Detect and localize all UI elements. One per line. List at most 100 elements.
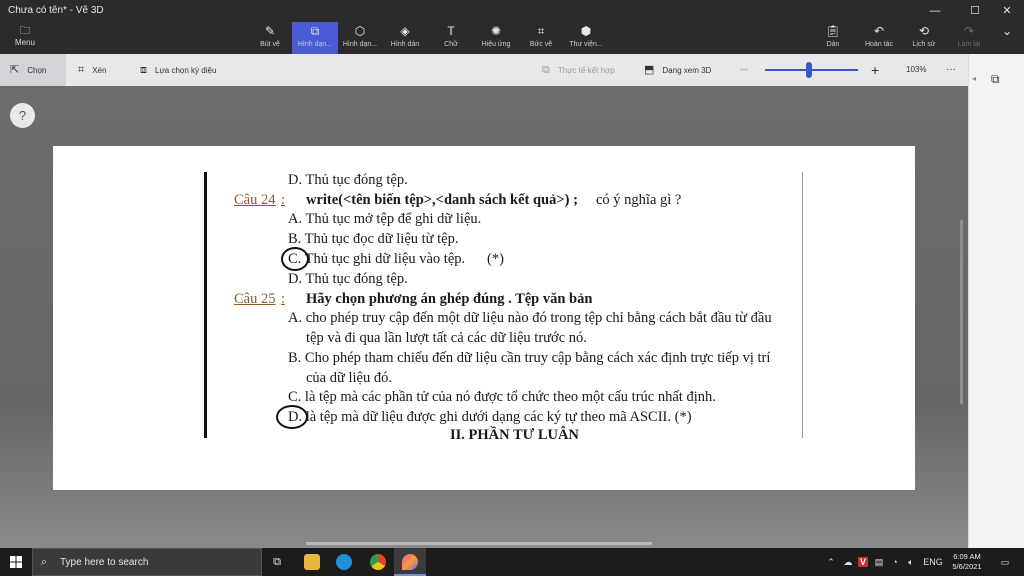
network-icon[interactable]: ▤ xyxy=(872,548,886,576)
zoom-slider-thumb[interactable] xyxy=(806,62,812,78)
magic-select-button[interactable]: ⧈ Lựa chọn kỳ diệu xyxy=(140,54,216,86)
history-button[interactable]: ⟲ Lịch sử xyxy=(908,22,940,54)
history-icon: ⟲ xyxy=(918,24,930,38)
question-24-option-d: D. Thủ tục đóng tệp. xyxy=(288,271,408,287)
start-button[interactable] xyxy=(0,548,32,576)
mixed-reality-label: Thực tế kết hợp xyxy=(557,66,615,75)
question-25-option-d: D. là tệp mà dữ liệu được ghi dưới dạng … xyxy=(288,409,692,425)
minimize-button[interactable]: — xyxy=(918,0,952,22)
undo-button[interactable]: ↶ Hoàn tác xyxy=(860,22,898,54)
crop-icon: ⌗ xyxy=(78,64,85,76)
question-24-label: Câu 24 xyxy=(234,192,276,208)
horizontal-scrollbar[interactable] xyxy=(306,542,652,545)
tool-label: Bức vẽ xyxy=(529,41,553,48)
tool-effects[interactable]: ✺ Hiệu ứng xyxy=(476,22,516,54)
zoom-out-button[interactable]: — xyxy=(740,54,748,86)
chrome-browser-icon[interactable] xyxy=(362,548,394,576)
task-view-icon[interactable]: ⧉ xyxy=(262,548,292,576)
more-options-button[interactable]: ··· xyxy=(946,54,956,86)
select-label: Chọn xyxy=(27,66,47,75)
undo-icon: ↶ xyxy=(873,24,885,38)
tool-label: Dán xyxy=(826,41,840,48)
paste-button[interactable]: 📋︎ Dán xyxy=(820,22,846,54)
view-3d-button[interactable]: ⬒ Dạng xem 3D xyxy=(644,54,711,86)
chevron-left-icon[interactable]: ◂ xyxy=(972,74,976,83)
question-25-option-c: C. là tệp mà các phần tử của nó được tổ … xyxy=(288,389,716,405)
zoom-level[interactable]: 103% xyxy=(906,54,926,86)
answer-circle-24 xyxy=(281,247,309,271)
canvas-icon: ⌗ xyxy=(537,24,545,38)
tool-brushes[interactable]: ✎ Bút vẽ xyxy=(254,22,286,54)
tool-label: Hình dán xyxy=(390,41,420,48)
question-25-colon: : xyxy=(281,291,286,307)
view-3d-label: Dạng xem 3D xyxy=(662,66,712,75)
question-24-text: có ý nghĩa gì ? xyxy=(596,192,682,208)
language-indicator[interactable]: ENG xyxy=(922,548,944,576)
menu-button[interactable]: 🗀 Menu xyxy=(8,24,42,52)
tool-label: Hiệu ứng xyxy=(481,41,511,48)
title-bar: Chưa có tên* - Vẽ 3D — ☐ ✕ xyxy=(0,0,1024,22)
redo-button[interactable]: ↷ Làm lại xyxy=(954,22,984,54)
window-title: Chưa có tên* - Vẽ 3D xyxy=(8,5,104,16)
ribbon: 🗀 Menu ✎ Bút vẽ ⧉ Hình dạn... ⬡ Hình dạn… xyxy=(0,22,1024,54)
expand-ribbon-button[interactable]: ⌄ xyxy=(994,22,1020,54)
paste-icon: 📋︎ xyxy=(825,24,841,38)
question-25-option-b-line1: B. Cho phép tham chiếu đến dữ liệu cần t… xyxy=(288,350,771,366)
zoom-in-button[interactable]: + xyxy=(871,54,879,86)
tool-label: Lịch sử xyxy=(912,41,936,48)
tool-canvas[interactable]: ⌗ Bức vẽ xyxy=(526,22,556,54)
folder-icon: 🗀 xyxy=(19,25,31,37)
select-button[interactable]: ⇱ Chọn xyxy=(0,54,66,86)
2d-shapes-icon: ⧉ xyxy=(991,72,1000,86)
maximize-button[interactable]: ☐ xyxy=(958,0,992,22)
tool-label: Hình dạn... xyxy=(297,41,333,48)
tool-3d-library[interactable]: ⬢ Thư viện... xyxy=(566,22,606,54)
document-text: D. Thủ tục đóng tệp. Câu 24 : write(<tên… xyxy=(53,146,915,490)
question-24-option-c: C. Thủ tục ghi dữ liệu vào tệp. xyxy=(288,251,466,267)
unikey-icon[interactable]: V xyxy=(856,548,870,576)
wifi-icon[interactable]: ◔ xyxy=(888,548,902,576)
clock-date: 5/6/2021 xyxy=(952,562,982,571)
document-image[interactable]: D. Thủ tục đóng tệp. Câu 24 : write(<tên… xyxy=(53,146,915,490)
question-24-option-a: A. Thủ tục mở tệp để ghi dữ liệu. xyxy=(288,211,482,227)
text-icon: T xyxy=(447,24,455,38)
tool-label: Hình dạn... xyxy=(342,41,378,48)
volume-icon[interactable]: 🔈︎ xyxy=(904,548,918,576)
question-24-option-b: B. Thủ tục đọc dữ liệu từ tệp. xyxy=(288,231,459,247)
crop-button[interactable]: ⌗ Xén xyxy=(78,54,106,86)
windows-logo-icon xyxy=(10,556,22,568)
edge-browser-icon[interactable] xyxy=(328,548,360,576)
library-icon: ⬢ xyxy=(580,24,592,38)
section-heading: II. PHẦN TỰ LUẬN xyxy=(450,427,579,443)
magic-select-icon: ⧈ xyxy=(140,64,147,76)
question-25-label: Câu 25 xyxy=(234,291,276,307)
taskbar-search-box[interactable]: ⌕ Type here to search xyxy=(32,548,262,576)
paint-3d-app-icon[interactable] xyxy=(394,548,426,576)
close-button[interactable]: ✕ xyxy=(990,0,1024,22)
question-24-colon: : xyxy=(281,192,286,208)
file-explorer-icon[interactable] xyxy=(296,548,328,576)
chevron-up-icon[interactable]: ⌃ xyxy=(824,548,838,576)
canvas-area[interactable]: ? D. Thủ tục đóng tệp. Câu 24 : write(<t… xyxy=(0,86,968,548)
onedrive-icon[interactable]: ☁ xyxy=(840,548,856,576)
tool-3d-shapes[interactable]: ⬡ Hình dạn... xyxy=(340,22,380,54)
tool-label: Hoàn tác xyxy=(864,41,894,48)
notifications-icon[interactable]: ▭ xyxy=(996,548,1014,576)
menu-label: Menu xyxy=(14,38,35,47)
tool-2d-shapes[interactable]: ⧉ Hình dạn... xyxy=(292,22,338,54)
mixed-reality-button[interactable]: ⧉ Thực tế kết hợp xyxy=(542,54,615,86)
question-24-code: write(<tên biến tệp>,<danh sách kết quả>… xyxy=(306,192,578,208)
question-25-text: Hãy chọn phương án ghép đúng . Tệp văn b… xyxy=(306,291,593,307)
help-button[interactable]: ? xyxy=(10,103,35,128)
search-placeholder: Type here to search xyxy=(60,557,149,568)
clock[interactable]: 6:09 AM 5/6/2021 xyxy=(946,552,988,572)
tool-text[interactable]: T Chữ xyxy=(436,22,466,54)
tool-stickers[interactable]: ◈ Hình dán xyxy=(386,22,424,54)
3d-shapes-icon: ⬡ xyxy=(354,24,366,38)
clock-time: 6:09 AM xyxy=(953,552,981,561)
answer-circle-25 xyxy=(276,405,308,429)
vertical-scrollbar[interactable] xyxy=(960,220,963,404)
question-24-answer-mark: (*) xyxy=(487,251,504,267)
question-25-option-b-line2: của dữ liệu đó. xyxy=(306,370,392,386)
tool-label: Thư viện... xyxy=(569,41,603,48)
